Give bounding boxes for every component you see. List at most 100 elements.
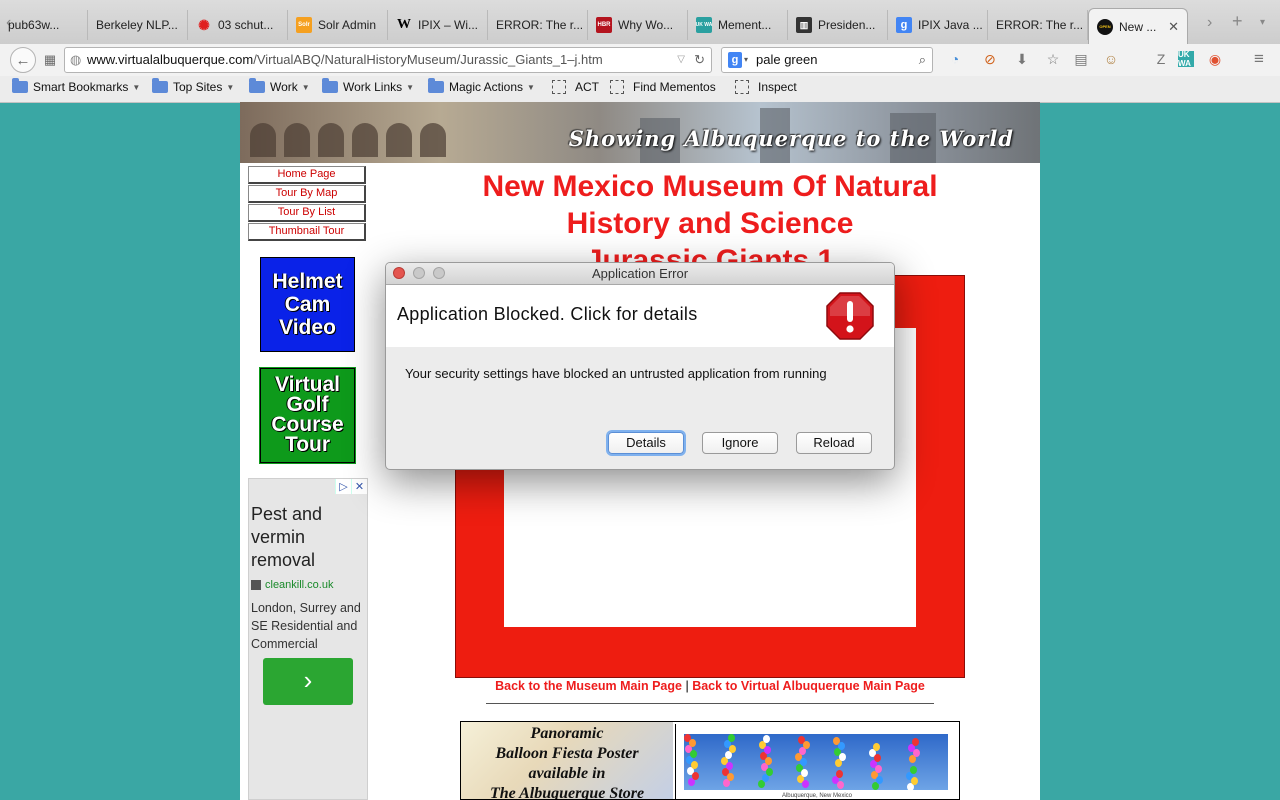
reading-list-icon[interactable]: ▤ (1071, 49, 1091, 69)
ad-headline[interactable]: Pest and vermin removal (251, 503, 363, 572)
balloon-graphic (692, 772, 699, 780)
menu-icon[interactable]: ≡ (1249, 49, 1269, 69)
ad-domain[interactable]: cleankill.co.uk (251, 579, 333, 591)
ad-arrow-button[interactable]: › (263, 658, 353, 705)
google-favicon-icon: g (896, 17, 912, 33)
back-icon[interactable]: ← (10, 47, 36, 73)
google-search-engine-icon[interactable]: g (728, 52, 742, 68)
tab-label: New ... (1119, 19, 1157, 34)
tabs-scroll-right-icon[interactable]: › (1207, 14, 1212, 32)
tab[interactable]: Berkeley NLP... (88, 10, 188, 40)
balloon-graphic (729, 745, 736, 753)
tab-label: IPIX Java ... (918, 18, 983, 32)
new-tab-icon[interactable]: + (1232, 11, 1243, 32)
balloon-graphic (690, 750, 697, 758)
dialog-header[interactable]: Application Blocked. Click for details (386, 285, 894, 347)
folder-icon (12, 78, 28, 93)
nav-thumbnail-tour[interactable]: Thumbnail Tour (248, 223, 366, 241)
bookmark-act[interactable]: ACT (552, 80, 599, 94)
application-error-dialog[interactable]: Application Error Application Blocked. C… (385, 262, 895, 470)
tab[interactable]: Solr Solr Admin (288, 10, 388, 40)
reload-button[interactable]: Reload (796, 432, 872, 454)
tab[interactable]: ▥ Presiden... (788, 10, 888, 40)
helmet-cam-video-link[interactable]: Helmet Cam Video (260, 257, 355, 352)
balloon-graphic (876, 776, 883, 784)
balloon-poster-image[interactable]: Albuquerque, New Mexico (675, 724, 958, 799)
open-favicon-icon: OPEN (1097, 18, 1113, 35)
adchoices-icon[interactable]: ▷ (335, 479, 351, 494)
ukwa-icon[interactable]: UK WA (1178, 50, 1194, 68)
chevron-down-icon: ▼ (226, 82, 235, 92)
reload-icon[interactable]: ↻ (694, 48, 705, 72)
balloon-poster-ad[interactable]: Panoramic Balloon Fiesta Poster availabl… (460, 721, 960, 800)
virtual-golf-tour-link[interactable]: Virtual Golf Course Tour (259, 367, 356, 464)
nav-home-page[interactable]: Home Page (248, 166, 366, 184)
tab[interactable]: ERROR: The r... (988, 10, 1088, 40)
tab-label: ERROR: The r... (496, 18, 584, 32)
tab-strip: ‹ pub63w... Berkeley NLP... ✺ 03 schut... So… (0, 0, 1280, 45)
balloon-graphic (873, 743, 880, 751)
bookmark-label: Smart Bookmarks (33, 80, 129, 94)
close-tab-icon[interactable]: ✕ (1168, 19, 1179, 35)
balloon-graphic (728, 734, 735, 742)
nav-tour-by-list[interactable]: Tour By List (248, 204, 366, 222)
nav-tour-by-map[interactable]: Tour By Map (248, 185, 366, 203)
monkey-extension-icon[interactable]: ☺ (1101, 49, 1121, 69)
url-bar[interactable]: ◍ www.virtualalbuquerque.com/VirtualABQ/… (64, 47, 712, 73)
bookmark-magic-actions[interactable]: Magic Actions ▼ (428, 78, 535, 94)
close-window-icon[interactable] (393, 267, 405, 279)
dialog-titlebar[interactable]: Application Error (386, 263, 894, 285)
blocked-extension-icon[interactable]: ⊘ (980, 49, 1000, 69)
ad-close-icon[interactable]: ✕ (351, 479, 367, 494)
url-dropdown-icon[interactable]: ▽ (677, 48, 685, 72)
folder-icon (428, 78, 444, 93)
search-engine-dropdown-icon[interactable]: ▾ (744, 48, 748, 72)
tab-label: Solr Admin (318, 18, 377, 32)
balloon-graphic (839, 753, 846, 761)
search-bar[interactable]: g ▾ pale green ⌕ (721, 47, 933, 73)
tab[interactable]: g IPIX Java ... (888, 10, 988, 40)
d-extension-icon[interactable]: ◔ (945, 49, 965, 69)
balloon-graphic (910, 766, 917, 774)
ad-body[interactable]: London, Surrey and SE Residential and Co… (251, 599, 365, 653)
tab[interactable]: HBR Why Wo... (588, 10, 688, 40)
tab[interactable]: ERROR: The r... (488, 10, 588, 40)
identity-icon[interactable]: ▦ (38, 48, 62, 72)
dialog-heading[interactable]: Application Blocked. Click for details (397, 304, 698, 325)
bookmark-smart-bookmarks[interactable]: Smart Bookmarks ▼ (12, 78, 140, 94)
tab-active[interactable]: OPEN New ... ✕ (1088, 8, 1188, 44)
banner-tagline: Showing Albuquerque to the World (568, 126, 1014, 151)
download-icon[interactable]: ⬇ (1012, 49, 1032, 69)
ignore-button[interactable]: Ignore (702, 432, 778, 454)
poster-text[interactable]: Panoramic Balloon Fiesta Poster availabl… (461, 722, 673, 799)
balloon-graphic (837, 781, 844, 789)
bookmark-find-mementos[interactable]: Find Mementos (610, 80, 716, 94)
balloon-graphic (764, 746, 771, 754)
search-input[interactable]: pale green (756, 52, 817, 67)
back-to-virtual-abq-link[interactable]: Back to Virtual Albuquerque Main Page (692, 679, 925, 693)
details-button[interactable]: Details (608, 432, 684, 454)
search-icon[interactable]: ⌕ (919, 48, 926, 72)
tab[interactable]: W IPIX – Wi... (388, 10, 488, 40)
tab[interactable]: pub63w... (0, 10, 88, 40)
tab[interactable]: ✺ 03 schut... (188, 10, 288, 40)
chevron-down-icon: ▼ (301, 82, 310, 92)
pocket-icon[interactable]: ◉ (1205, 49, 1225, 69)
balloon-graphic (765, 757, 772, 765)
bookmark-top-sites[interactable]: Top Sites ▼ (152, 78, 235, 94)
bookmark-work-links[interactable]: Work Links ▼ (322, 78, 415, 94)
balloon-graphic (803, 741, 810, 749)
bookmark-work[interactable]: Work ▼ (249, 78, 310, 94)
folder-icon (152, 78, 168, 93)
back-to-museum-link[interactable]: Back to the Museum Main Page (495, 679, 682, 693)
tab[interactable]: UK WA Mement... (688, 10, 788, 40)
tab-label: ERROR: The r... (996, 18, 1084, 32)
chevron-down-icon: ▼ (406, 82, 415, 92)
page-title-line-2: History and Science (566, 207, 854, 240)
balloon-graphic (875, 765, 882, 773)
bookmark-inspect[interactable]: Inspect (735, 80, 797, 94)
zotero-icon[interactable]: Z (1151, 49, 1171, 69)
advertisement[interactable]: ▷ ✕ Pest and vermin removal cleankill.co… (248, 478, 368, 800)
bookmark-star-icon[interactable]: ☆ (1043, 49, 1063, 69)
list-tabs-icon[interactable]: ▾ (1260, 17, 1265, 28)
